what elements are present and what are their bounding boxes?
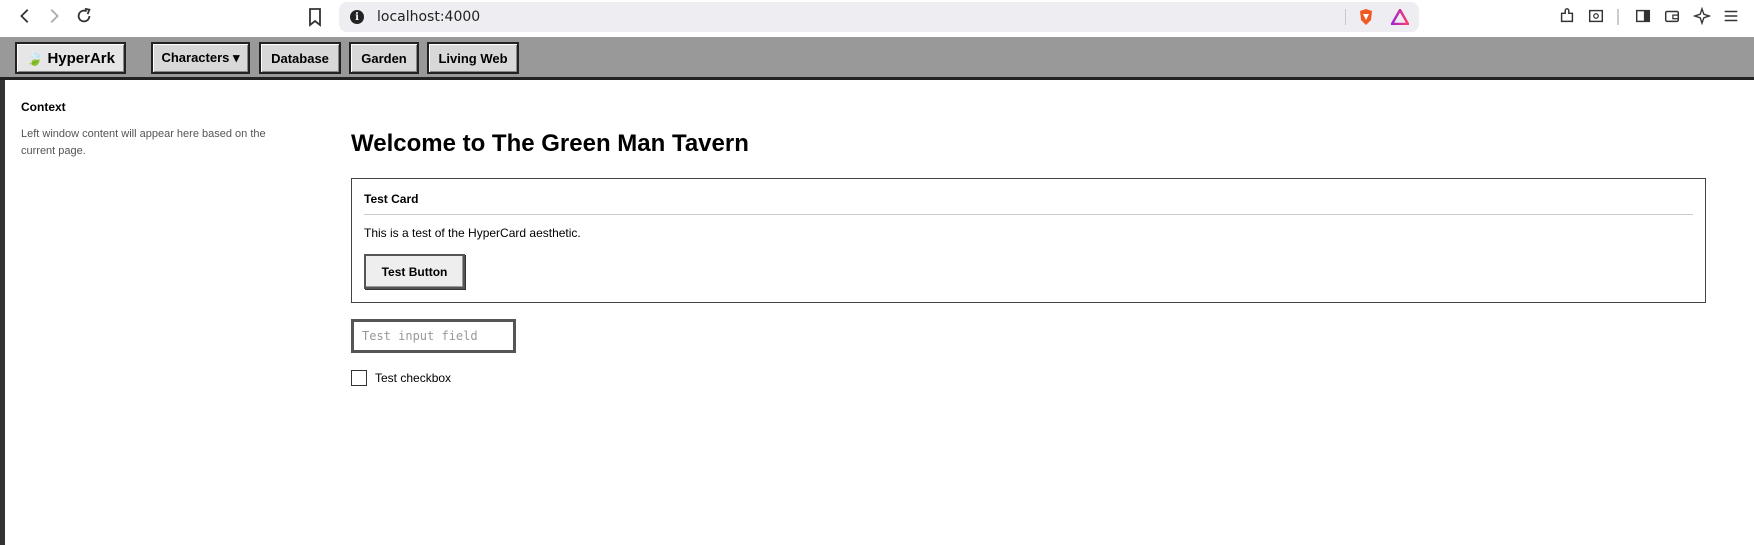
characters-menu-button[interactable]: Characters ▾ [151,42,250,74]
browser-toolbar: i localhost:4000 [0,0,1754,37]
card-title: Test Card [364,192,1693,215]
card-body-text: This is a test of the HyperCard aestheti… [364,226,581,240]
menu-icon[interactable] [1720,5,1742,27]
brand-label: HyperArk [47,49,115,67]
extensions-icon[interactable] [1556,5,1578,27]
forward-icon[interactable] [43,5,65,27]
sidebar-toggle-icon[interactable] [1632,5,1654,27]
characters-label: Characters ▾ [161,50,240,65]
living-web-button[interactable]: Living Web [427,42,519,74]
context-sidebar: Context Left window content will appear … [21,100,281,160]
checkbox-row: Test checkbox [351,370,1706,386]
reload-icon[interactable] [73,5,95,27]
address-bar[interactable]: i localhost:4000 [339,2,1419,32]
test-card: Test Card This is a test of the HyperCar… [351,178,1706,303]
bookmark-icon[interactable] [305,6,325,28]
leo-reader-icon[interactable] [1585,5,1607,27]
leo-ai-icon[interactable] [1691,5,1713,27]
checkbox-label[interactable]: Test checkbox [375,371,451,385]
database-button[interactable]: Database [259,42,341,74]
sidebar-title: Context [21,100,66,114]
page-title: Welcome to The Green Man Tavern [351,130,749,157]
leaf-icon: 🍃 [26,49,44,66]
garden-label: Garden [361,50,407,66]
database-label: Database [271,50,329,66]
url-text[interactable]: localhost:4000 [377,9,480,25]
sidebar-description: Left window content will appear here bas… [21,128,266,157]
living-web-label: Living Web [438,50,508,66]
site-info-icon[interactable]: i [350,10,364,24]
url-divider [1345,9,1346,25]
rewards-triangle-icon[interactable] [1389,7,1411,26]
app-toolbar: 🍃 HyperArk Characters ▾ Database Garden … [0,37,1754,80]
toolbar-divider [1617,9,1619,25]
left-window-border [0,80,5,545]
garden-button[interactable]: Garden [349,42,419,74]
brand-button[interactable]: 🍃 HyperArk [15,42,126,74]
test-checkbox[interactable] [351,370,367,386]
main-content: Welcome to The Green Man Tavern Test Car… [351,130,1706,386]
test-input-field[interactable] [351,319,516,353]
wallet-icon[interactable] [1661,5,1683,27]
test-button[interactable]: Test Button [364,254,465,289]
back-icon[interactable] [14,5,36,27]
brave-shields-icon[interactable] [1357,8,1375,26]
